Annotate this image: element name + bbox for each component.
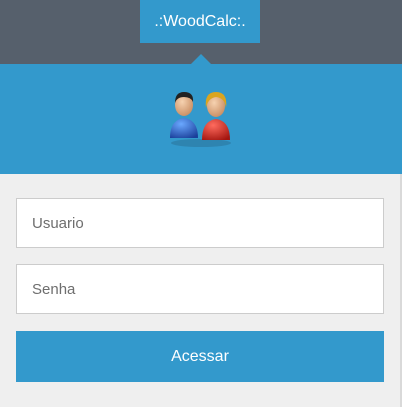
- password-input[interactable]: [16, 264, 384, 314]
- login-button[interactable]: Acessar: [16, 331, 384, 382]
- top-bar: .:WoodCalc:.: [0, 0, 402, 64]
- login-form: Acessar: [0, 174, 402, 407]
- app-title: .:WoodCalc:.: [140, 0, 260, 43]
- username-input[interactable]: [16, 198, 384, 248]
- login-header: [0, 64, 402, 174]
- users-icon: [170, 92, 231, 147]
- title-pointer: [191, 54, 211, 64]
